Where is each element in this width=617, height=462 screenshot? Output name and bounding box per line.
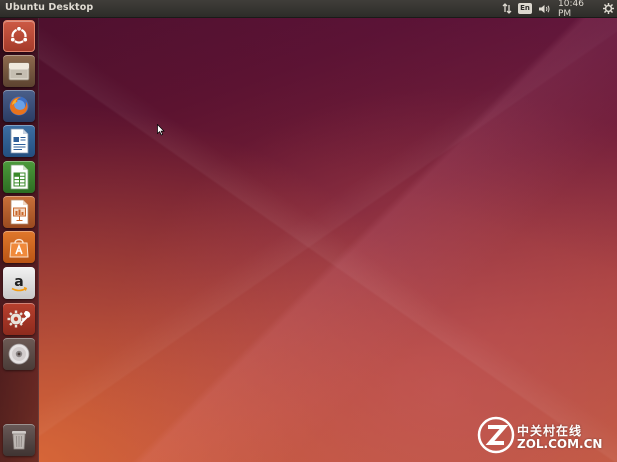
sound-indicator[interactable] xyxy=(537,1,553,16)
launcher-item-firefox[interactable] xyxy=(3,90,35,122)
firefox-icon xyxy=(9,96,29,116)
watermark-line2: ZOL.COM.CN xyxy=(517,437,603,451)
launcher-item-amazon[interactable]: a xyxy=(3,267,35,299)
shopping-bag-icon xyxy=(9,238,29,258)
watermark: 中关村在线 ZOL.COM.CN xyxy=(477,416,609,454)
trash-icon xyxy=(12,431,26,450)
writer-document-icon xyxy=(10,128,29,154)
impress-presentation-icon xyxy=(10,199,29,225)
launcher-item-software-center[interactable] xyxy=(3,231,35,263)
zol-logo-icon xyxy=(477,416,515,454)
keyboard-layout-indicator[interactable]: En xyxy=(518,1,532,16)
launcher-item-dash[interactable] xyxy=(3,20,35,52)
launcher-item-dvd[interactable] xyxy=(3,338,35,370)
network-indicator[interactable] xyxy=(500,1,514,16)
clock-time: 10:46 PM xyxy=(558,0,584,19)
calc-spreadsheet-icon xyxy=(10,164,29,190)
mouse-pointer-icon xyxy=(157,124,165,136)
disc-icon xyxy=(8,343,30,365)
network-updown-icon xyxy=(502,3,512,14)
file-cabinet-icon xyxy=(8,62,30,81)
top-panel: Ubuntu Desktop En 10:46 PM xyxy=(0,0,617,19)
amazon-icon: a xyxy=(11,274,28,292)
launcher-item-writer[interactable] xyxy=(3,125,35,157)
svg-text:a: a xyxy=(14,274,23,290)
launcher-item-calc[interactable] xyxy=(3,161,35,193)
launcher-item-impress[interactable] xyxy=(3,196,35,228)
volume-icon xyxy=(539,4,550,13)
settings-wrench-icon xyxy=(7,310,31,328)
launcher-item-trash[interactable] xyxy=(3,424,35,456)
desktop[interactable]: Ubuntu Desktop En 10:46 PM a 中关村在线 ZOL.C… xyxy=(0,0,617,462)
window-title: Ubuntu Desktop xyxy=(5,2,94,13)
launcher: a xyxy=(0,18,39,462)
clock-indicator[interactable]: 10:46 PM xyxy=(558,0,598,19)
keyboard-layout-label: En xyxy=(518,3,532,14)
gear-icon xyxy=(602,3,614,14)
launcher-item-system-settings[interactable] xyxy=(3,303,35,335)
ubuntu-logo-icon xyxy=(10,26,28,44)
session-menu[interactable] xyxy=(601,1,615,16)
launcher-item-files[interactable] xyxy=(3,55,35,87)
